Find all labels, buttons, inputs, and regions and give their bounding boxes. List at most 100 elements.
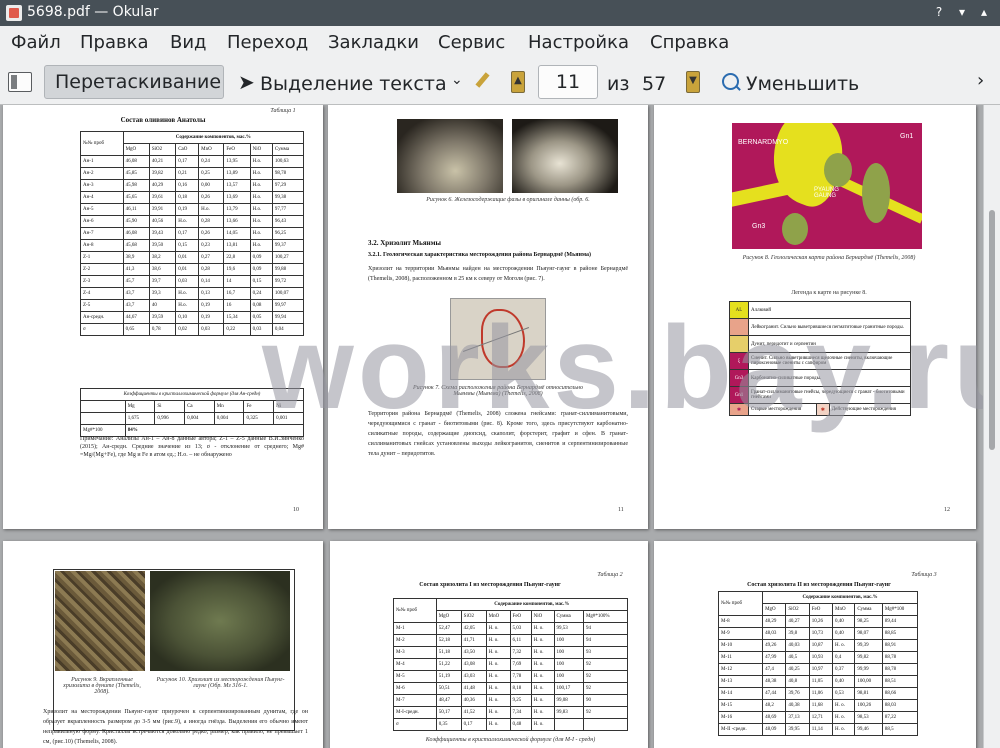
table-cell: 43,03 — [460, 670, 487, 683]
table-cell: 42,05 — [460, 622, 487, 635]
table-cell: 5,03 — [509, 622, 532, 635]
table-cell: 39,3 — [148, 287, 177, 300]
vertical-scrollbar[interactable] — [983, 105, 1000, 748]
toolbar-overflow-icon[interactable]: › — [977, 70, 984, 91]
legend-text: Гранат-силлиманитовые гнейсы, чередующие… — [748, 386, 911, 404]
figure-7-caption: Рисунок 7. Схема расположения района Бер… — [413, 385, 583, 397]
table-cell: М-14 — [717, 687, 764, 700]
table-row: Z-2 41,3 38,6 0,01 0,28 19,6 0,09 99,88 — [80, 263, 305, 276]
maximize-icon[interactable]: ▴ — [975, 3, 993, 21]
table-cell: 98,07 — [854, 627, 883, 640]
table-cell: 39,50 — [148, 239, 177, 252]
table-cell: 43,50 — [460, 646, 487, 659]
table-row: М-5 51,19 43,03 Н. о. 7,78 Н. о. 100 92 — [393, 670, 629, 683]
menu-edit[interactable]: Правка — [80, 32, 149, 53]
table-cell: Z-5 — [80, 299, 124, 312]
browse-tool-label: Перетаскивание — [55, 71, 222, 93]
table-cell: Z-4 — [80, 287, 124, 300]
table-cell: 0,24 — [198, 155, 225, 168]
table-cell: 44,67 — [122, 311, 150, 324]
legend-row: ✱ Старые месторождения ✱ Действующие местор… — [729, 403, 912, 416]
menu-go[interactable]: Переход — [227, 32, 308, 53]
text-select-tool-button[interactable]: Выделение текста — [260, 73, 447, 95]
zoom-out-button[interactable]: Уменьшить — [746, 73, 859, 95]
page-12: BERNARDMYO PYAUNG GAUNG Gn1 Gn3 Рисунок … — [654, 105, 976, 529]
table-cell: 0,24 — [249, 287, 273, 300]
table-cell: Н.о. — [249, 191, 273, 204]
table-cell: 93 — [582, 646, 629, 659]
table-row: М-4 51,22 43,08 Н. о. 7,69 Н. о. 100 92 — [393, 658, 629, 671]
table-row: σ 0,35 0,17 Н. о. 0,48 Н. о. — [393, 718, 629, 731]
table-cell: Н. о. — [530, 694, 555, 707]
table-cell: 0,15 — [249, 275, 273, 288]
old-deposit-swatch: ✱ — [729, 403, 749, 416]
table-row: М-6 50,51 41,48 Н. о. 8,18 Н. о. 100,17 92 — [393, 682, 629, 695]
table-row: М-16 48,69 37,13 12,71 Н. о. 98,53 87,22 — [717, 711, 919, 724]
minimize-icon[interactable]: ▾ — [953, 3, 971, 21]
table-cell: 0,09 — [249, 251, 273, 264]
table-cell: 0,001 — [273, 412, 304, 425]
table-cell: 100,27 — [271, 251, 305, 264]
table-header-row: №№ проб Содержание компонентов, мас.% — [80, 131, 305, 156]
menu-view[interactable]: Вид — [170, 32, 207, 53]
table-cell: 38,6 — [148, 263, 177, 276]
browse-tool-button[interactable]: Перетаскивание — [44, 65, 224, 99]
table-cell: 13,69 — [223, 191, 251, 204]
table-row: Ан-средн. 44,67 39,59 0,10 0,19 15,34 0,05 99,9… — [80, 311, 305, 324]
document-viewport[interactable]: Таблица 1 Состав оливинов Анатолы №№ про… — [0, 105, 983, 748]
table-cell: М-II -средн. — [717, 723, 764, 736]
menu-bookmarks[interactable]: Закладки — [328, 32, 419, 53]
menu-file[interactable]: Файл — [11, 32, 61, 53]
table-cell: Н.о. — [175, 287, 200, 300]
table-cell: 97,77 — [271, 203, 305, 216]
table-cell: 96,43 — [271, 215, 305, 228]
table-cell: 0,09 — [249, 263, 273, 276]
menu-settings[interactable]: Настройка — [528, 32, 629, 53]
table-cell: 89,44 — [881, 615, 919, 628]
figure-10-caption: Рисунок 10. Хризолит из месторождения Пь… — [156, 677, 285, 689]
table-row: Ан-6 45,90 40,56 Н.о. 0,28 13,66 Н.о. 96,43 — [80, 215, 305, 228]
table-label: Таблица 1 — [270, 108, 296, 114]
column-header: №№ проб — [717, 591, 764, 616]
table-cell: Н.о. — [249, 203, 273, 216]
table-cell: 48,2 — [762, 699, 787, 712]
table-cell: Н. о. — [530, 718, 555, 731]
table-cell: Н. о. — [530, 658, 555, 671]
table-cell: 100 — [553, 670, 584, 683]
previous-page-icon[interactable]: ▲ — [511, 71, 525, 93]
help-icon[interactable]: ? — [930, 3, 948, 21]
table-cell: 99,83 — [553, 706, 584, 719]
legend-row: Лейкогранит. Сильно выветрившиеся пегмат… — [729, 318, 911, 336]
table-cell: σ — [393, 718, 437, 731]
table-cell: 40,8 — [785, 675, 810, 688]
table-cell: Fe — [243, 400, 275, 413]
column-header: SiO2 — [148, 143, 177, 156]
table-cell: 99,53 — [553, 622, 584, 635]
table-cell: 51,18 — [435, 646, 462, 659]
next-page-icon[interactable]: ▼ — [686, 71, 700, 93]
table-row: М-7 48,47 40,36 Н. о. 9,25 Н. о. 99,08 90 — [393, 694, 629, 707]
highlighter-icon[interactable] — [473, 72, 491, 90]
column-header: Сумма — [553, 610, 584, 623]
table-cell: 14,05 — [223, 227, 251, 240]
table-cell: Н.о. — [249, 215, 273, 228]
table-cell: 12,71 — [808, 711, 834, 724]
column-header: NiO — [249, 143, 273, 156]
formula-caption: Коэффициенты в кристаллохимической форму… — [425, 737, 596, 743]
legend-text: Карбонатно-силикатные породы. — [748, 369, 911, 387]
table-cell: Н. о. — [831, 723, 856, 736]
chevron-down-icon[interactable]: ⌄ — [451, 72, 463, 88]
table-cell: 40,36 — [460, 694, 487, 707]
scrollbar-thumb[interactable] — [989, 210, 995, 450]
sidebar-toggle-icon[interactable] — [8, 72, 32, 92]
table-cell: 0,03 — [175, 275, 200, 288]
page-number-input[interactable]: 11 — [538, 65, 598, 99]
table-cell: 0,28 — [198, 215, 225, 228]
menu-tools[interactable]: Сервис — [438, 32, 505, 53]
table-cell: Н.о. — [249, 179, 273, 192]
legend-text: Действующие месторождения — [828, 403, 912, 416]
table-cell: 40,27 — [785, 615, 810, 628]
menu-help[interactable]: Справка — [650, 32, 729, 53]
table-cell: Н. о. — [485, 658, 511, 671]
paragraph-1: Хризолит на территории Мьянмы найден на … — [368, 266, 628, 282]
